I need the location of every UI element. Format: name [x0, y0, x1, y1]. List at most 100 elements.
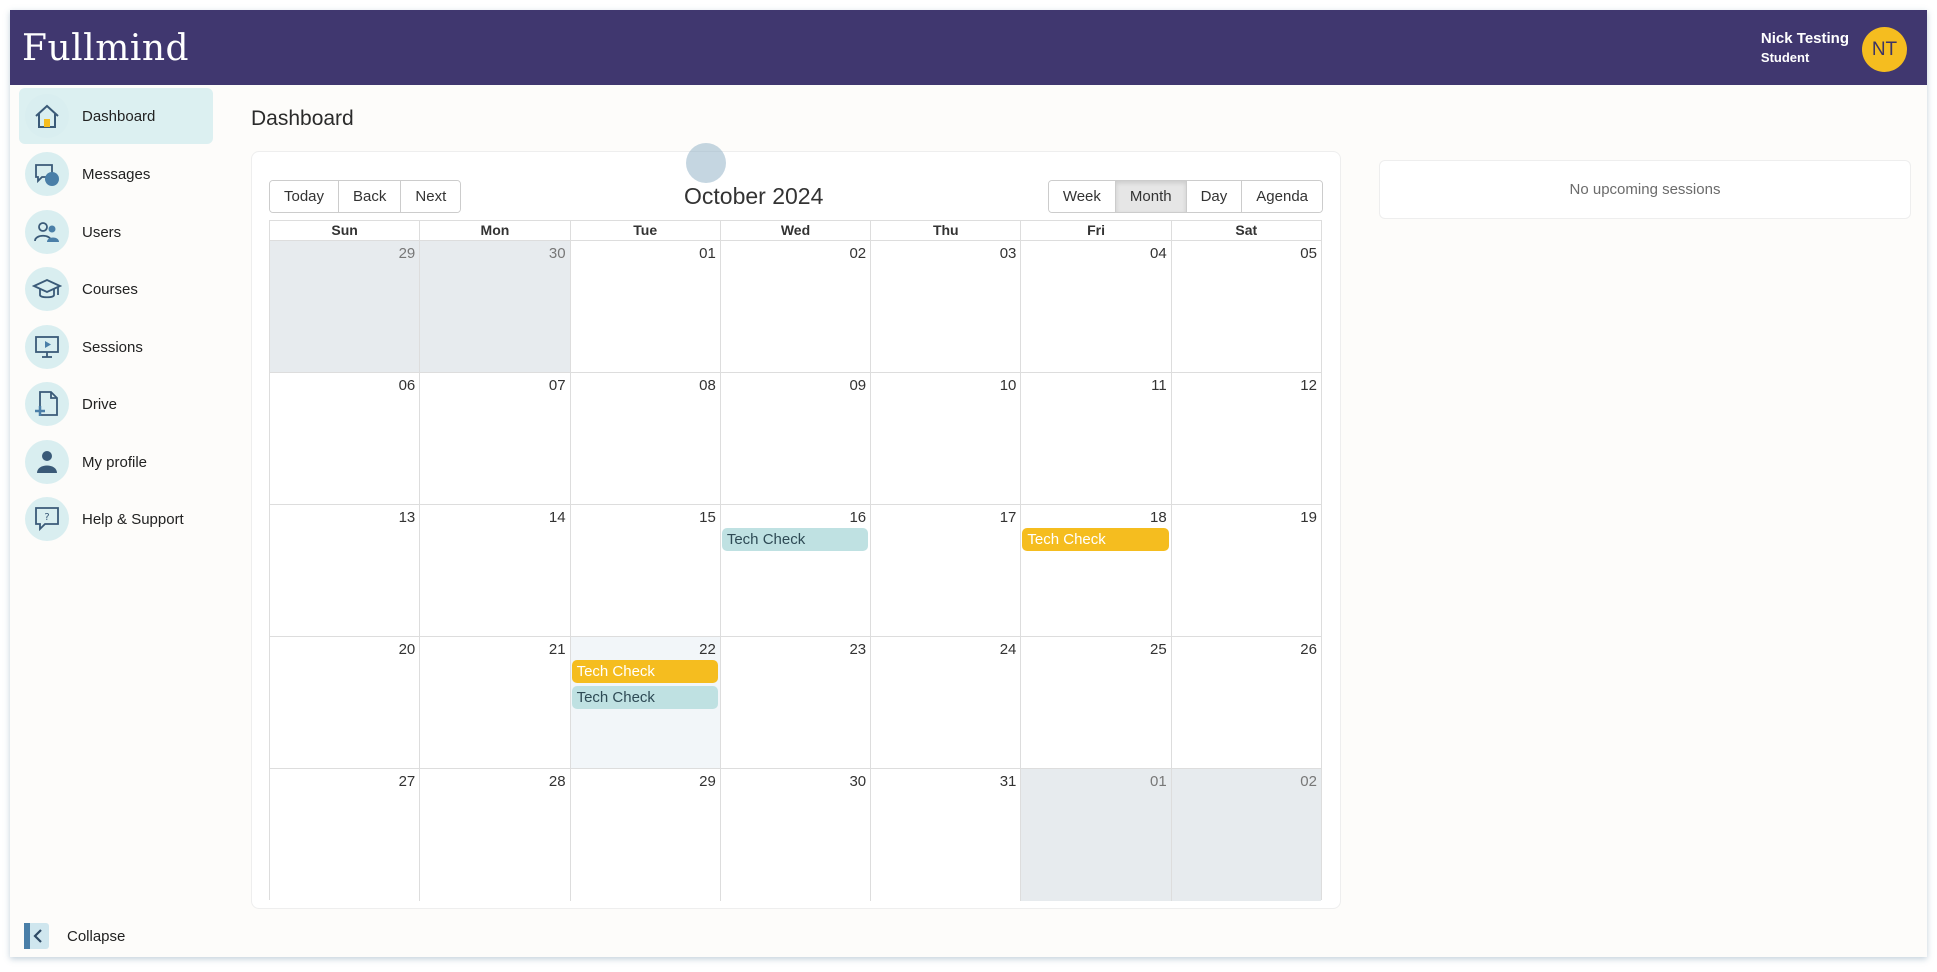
day-cell[interactable]: 02: [1171, 769, 1321, 901]
calendar-nav-buttons: Today Back Next: [269, 180, 462, 213]
sidebar-item-label: Dashboard: [82, 107, 156, 125]
day-number[interactable]: 28: [549, 773, 566, 790]
day-number[interactable]: 24: [1000, 641, 1017, 658]
day-number[interactable]: 29: [399, 245, 416, 262]
sidebar-item-drive[interactable]: Drive: [19, 376, 213, 432]
day-cell[interactable]: 03: [871, 241, 1022, 372]
day-cell[interactable]: 08: [570, 373, 721, 504]
day-number[interactable]: 02: [849, 245, 866, 262]
day-number[interactable]: 13: [399, 509, 416, 526]
day-cell[interactable]: 07: [420, 373, 571, 504]
calendar-event[interactable]: Tech Check: [721, 528, 869, 551]
month-view-button[interactable]: Month: [1115, 181, 1187, 212]
day-number[interactable]: 21: [549, 641, 566, 658]
day-number[interactable]: 22: [699, 641, 716, 658]
day-view-button[interactable]: Day: [1186, 181, 1243, 212]
day-cell[interactable]: 04: [1021, 241, 1172, 372]
day-number[interactable]: 19: [1300, 509, 1317, 526]
day-cell[interactable]: 17: [871, 505, 1022, 636]
sidebar-item-users[interactable]: Users: [19, 204, 213, 260]
calendar-event[interactable]: Tech Check: [1022, 528, 1169, 551]
day-number[interactable]: 16: [849, 509, 866, 526]
app-window: Fullmind Nick Testing Student NT Dashboa…: [10, 10, 1927, 957]
sidebar-item-dashboard[interactable]: Dashboard: [19, 88, 213, 144]
day-cell[interactable]: 25: [1021, 637, 1172, 768]
day-cell[interactable]: 30: [420, 241, 571, 372]
day-cell[interactable]: 05: [1171, 241, 1321, 372]
day-cell[interactable]: 10: [871, 373, 1022, 504]
day-number[interactable]: 17: [1000, 509, 1017, 526]
day-cell[interactable]: 30: [720, 769, 872, 901]
day-number[interactable]: 14: [549, 509, 566, 526]
sidebar-item-courses[interactable]: Courses: [19, 261, 213, 317]
day-cell[interactable]: 15: [570, 505, 721, 636]
agenda-view-button[interactable]: Agenda: [1242, 181, 1322, 212]
day-number[interactable]: 04: [1150, 245, 1167, 262]
day-cell[interactable]: 12: [1171, 373, 1321, 504]
day-cell[interactable]: 02: [720, 241, 872, 372]
day-cell[interactable]: 27: [270, 769, 421, 901]
day-cell[interactable]: 16 Tech Check: [720, 505, 872, 636]
day-number[interactable]: 20: [399, 641, 416, 658]
day-cell[interactable]: 20: [270, 637, 421, 768]
day-cell[interactable]: 09: [720, 373, 872, 504]
collapse-button[interactable]: Collapse: [24, 923, 125, 949]
day-cell[interactable]: 24: [871, 637, 1022, 768]
day-cell[interactable]: 13: [270, 505, 421, 636]
day-cell-today[interactable]: 22 Tech Check Tech Check: [570, 637, 721, 768]
day-cell[interactable]: 26: [1171, 637, 1321, 768]
weekday-label: Thu: [871, 221, 1022, 240]
day-cell[interactable]: 31: [871, 769, 1022, 901]
day-number[interactable]: 31: [1000, 773, 1017, 790]
day-cell[interactable]: 23: [720, 637, 872, 768]
day-cell[interactable]: 28: [420, 769, 571, 901]
day-number[interactable]: 01: [1150, 773, 1167, 790]
day-cell[interactable]: 01: [570, 241, 721, 372]
day-number[interactable]: 29: [699, 773, 716, 790]
day-number[interactable]: 26: [1300, 641, 1317, 658]
day-number[interactable]: 25: [1150, 641, 1167, 658]
sidebar-item-help-support[interactable]: ? Help & Support: [19, 491, 213, 547]
day-number[interactable]: 03: [1000, 245, 1017, 262]
day-cell[interactable]: 18 Tech Check: [1021, 505, 1172, 636]
day-number[interactable]: 05: [1300, 245, 1317, 262]
day-number[interactable]: 02: [1300, 773, 1317, 790]
calendar-event[interactable]: Tech Check: [571, 686, 718, 709]
day-number[interactable]: 10: [1000, 377, 1017, 394]
day-number[interactable]: 27: [399, 773, 416, 790]
day-cell[interactable]: 06: [270, 373, 421, 504]
day-cell[interactable]: 29: [570, 769, 721, 901]
week-view-button[interactable]: Week: [1048, 181, 1116, 212]
avatar[interactable]: NT: [1862, 27, 1907, 72]
day-cell[interactable]: 14: [420, 505, 571, 636]
day-number[interactable]: 07: [549, 377, 566, 394]
file-add-icon: [25, 382, 69, 426]
day-cell[interactable]: 19: [1171, 505, 1321, 636]
day-number[interactable]: 01: [699, 245, 716, 262]
day-cell[interactable]: 21: [420, 637, 571, 768]
sidebar-item-messages[interactable]: Messages: [19, 146, 213, 202]
sidebar-item-sessions[interactable]: Sessions: [19, 319, 213, 375]
day-number[interactable]: 11: [1151, 377, 1167, 394]
day-number[interactable]: 23: [849, 641, 866, 658]
day-number[interactable]: 15: [699, 509, 716, 526]
day-number[interactable]: 30: [549, 245, 566, 262]
day-number[interactable]: 18: [1150, 509, 1167, 526]
fullmind-logo[interactable]: Fullmind: [22, 28, 189, 69]
day-cell[interactable]: 29: [270, 241, 421, 372]
day-number[interactable]: 12: [1300, 377, 1317, 394]
sidebar-item-label: Users: [82, 223, 122, 241]
today-button[interactable]: Today: [270, 181, 340, 212]
day-number[interactable]: 08: [699, 377, 716, 394]
day-number[interactable]: 30: [849, 773, 866, 790]
weekday-label: Tue: [571, 221, 721, 240]
day-number[interactable]: 06: [399, 377, 416, 394]
user-info[interactable]: Nick Testing Student: [1761, 30, 1849, 65]
day-cell[interactable]: 11: [1021, 373, 1172, 504]
sidebar-item-my-profile[interactable]: My profile: [19, 434, 213, 490]
back-button[interactable]: Back: [339, 181, 402, 212]
next-button[interactable]: Next: [401, 181, 461, 212]
calendar-event[interactable]: Tech Check: [571, 660, 718, 683]
day-number[interactable]: 09: [849, 377, 866, 394]
day-cell[interactable]: 01: [1021, 769, 1172, 901]
